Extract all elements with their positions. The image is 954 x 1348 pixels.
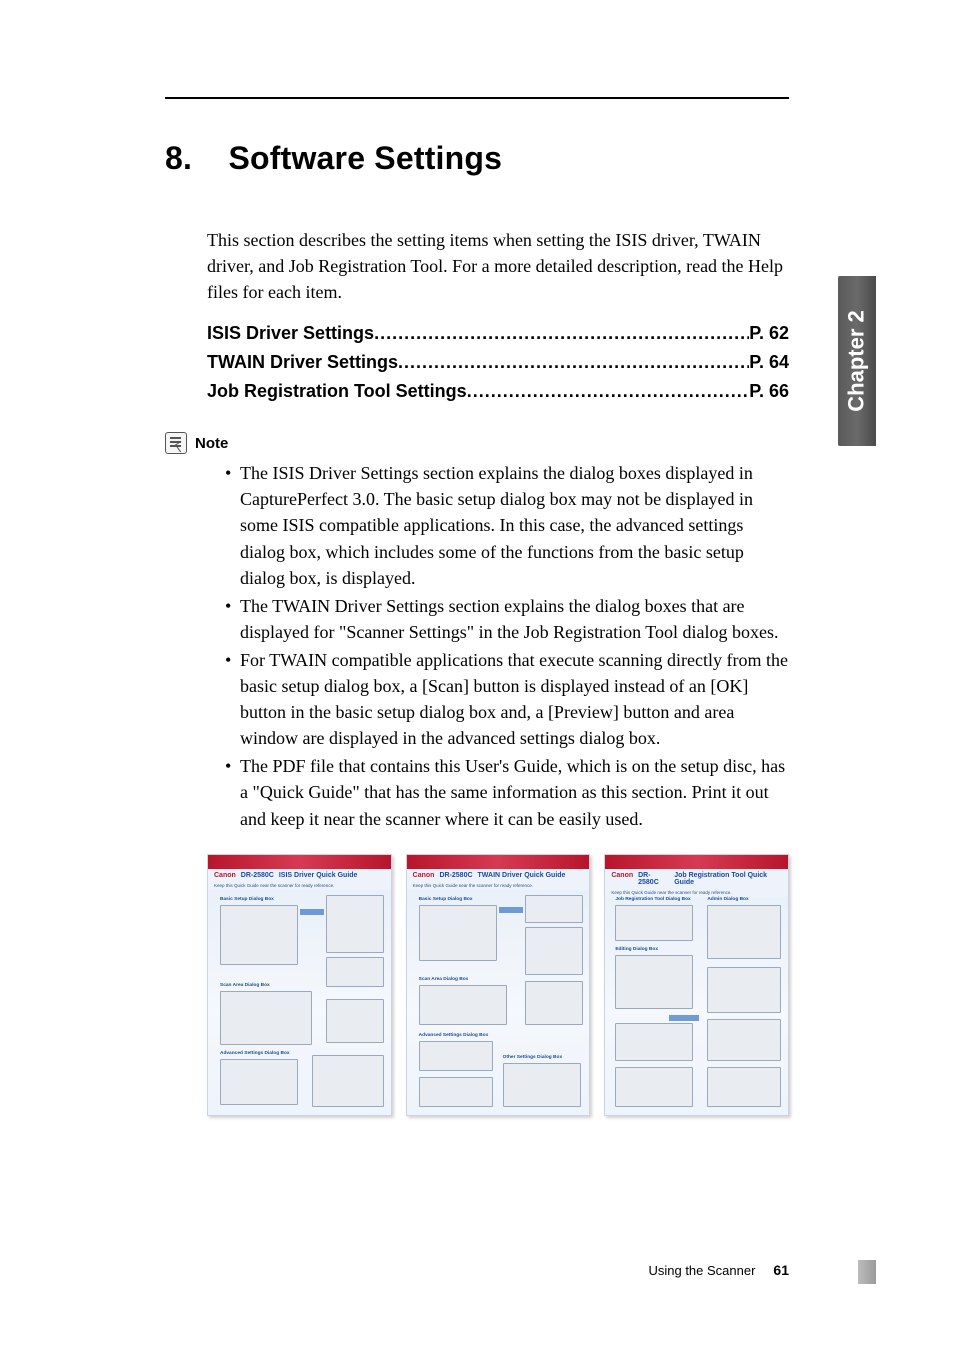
toc-label: Job Registration Tool Settings (207, 381, 467, 402)
dialog-panel (615, 1067, 693, 1107)
brand-label: Canon (413, 872, 435, 879)
dialog-panel (525, 927, 583, 975)
thumb-header-stripe (208, 855, 391, 869)
thumb-section-title: Basic Setup Dialog Box (419, 897, 473, 902)
toc-row[interactable]: Job Registration Tool Settings .........… (207, 381, 789, 402)
toc: ISIS Driver Settings ...................… (207, 323, 789, 402)
thumb-section-title: Editing Dialog Box (615, 947, 658, 952)
note-item: The ISIS Driver Settings section explain… (225, 460, 789, 590)
footer-stripe (858, 1260, 876, 1284)
footer-section: Using the Scanner (648, 1263, 755, 1278)
dialog-panel (419, 985, 507, 1025)
thumb-section-title: Advanced Settings Dialog Box (220, 1051, 290, 1056)
thumb-header-stripe (407, 855, 590, 869)
dialog-panel (326, 895, 384, 953)
toc-row[interactable]: ISIS Driver Settings ...................… (207, 323, 789, 344)
chapter-name: Software Settings (228, 140, 502, 176)
quick-guide-twain: Canon DR-2580C TWAIN Driver Quick Guide … (406, 854, 591, 1116)
thumb-section-title: Scan Area Dialog Box (220, 983, 270, 988)
thumb-section-title: Basic Setup Dialog Box (220, 897, 274, 902)
dialog-panel (707, 1067, 781, 1107)
dialog-panel (615, 955, 693, 1009)
dialog-panel (503, 1063, 581, 1107)
dialog-panel (220, 905, 298, 965)
note-item: The PDF file that contains this User's G… (225, 753, 789, 831)
toc-label: TWAIN Driver Settings (207, 352, 398, 373)
thumb-titlebar: Canon DR-2580C TWAIN Driver Quick Guide (407, 869, 590, 882)
dialog-panel (220, 1059, 298, 1105)
dialog-panel (707, 967, 781, 1013)
thumb-titlebar: Canon DR-2580C ISIS Driver Quick Guide (208, 869, 391, 882)
note-item: For TWAIN compatible applications that e… (225, 647, 789, 751)
dialog-panel (525, 895, 583, 923)
chapter-number: 8. (165, 140, 192, 176)
thumb-section-title: Scan Area Dialog Box (419, 977, 469, 982)
dialog-panel (326, 999, 384, 1043)
toc-dots: ........................................… (467, 381, 750, 402)
dialog-panel (707, 905, 781, 959)
toc-dots: ........................................… (374, 323, 749, 344)
chapter-side-tab: Chapter 2 (838, 276, 876, 446)
toc-dots: ........................................… (398, 352, 749, 373)
model-label: DR-2580C (439, 872, 472, 879)
brand-label: Canon (611, 872, 633, 879)
thumb-section-title: Job Registration Tool Dialog Box (615, 897, 690, 902)
quick-guide-job-registration: Canon DR-2580C Job Registration Tool Qui… (604, 854, 789, 1116)
footer-page-number: 61 (773, 1262, 789, 1278)
quick-guide-isis: Canon DR-2580C ISIS Driver Quick Guide K… (207, 854, 392, 1116)
dialog-panel (525, 981, 583, 1025)
dialog-panel (615, 905, 693, 941)
toc-page: P. 66 (749, 381, 789, 402)
content-area: 8. Software Settings This section descri… (165, 140, 789, 1116)
dialog-panel (419, 905, 497, 961)
chapter-side-tab-text: Chapter 2 (844, 310, 870, 411)
thumb-sub: Keep this Quick Guide near the scanner f… (605, 889, 788, 897)
note-icon (165, 432, 187, 454)
quick-guide-thumbnails: Canon DR-2580C ISIS Driver Quick Guide K… (207, 854, 789, 1116)
arrow-icon (669, 1015, 699, 1021)
dialog-panel (615, 1023, 693, 1061)
model-label: DR-2580C (241, 872, 274, 879)
dialog-panel (419, 1041, 493, 1071)
intro-paragraph: This section describes the setting items… (207, 227, 789, 305)
arrow-icon (499, 907, 523, 913)
thumb-section-title: Advanced Settings Dialog Box (419, 1033, 489, 1038)
chapter-title: 8. Software Settings (165, 140, 789, 177)
toc-page: P. 62 (749, 323, 789, 344)
thumb-title: Job Registration Tool Quick Guide (674, 872, 782, 886)
toc-row[interactable]: TWAIN Driver Settings ..................… (207, 352, 789, 373)
note-heading: Note (165, 432, 789, 454)
thumb-titlebar: Canon DR-2580C Job Registration Tool Qui… (605, 869, 788, 889)
toc-label: ISIS Driver Settings (207, 323, 374, 344)
thumb-title: TWAIN Driver Quick Guide (478, 872, 566, 879)
note-item: The TWAIN Driver Settings section explai… (225, 593, 789, 645)
note-list: The ISIS Driver Settings section explain… (225, 460, 789, 831)
note-label: Note (195, 435, 228, 452)
model-label: DR-2580C (638, 872, 669, 886)
thumb-section-title: Admin Dialog Box (707, 897, 748, 902)
brand-label: Canon (214, 872, 236, 879)
dialog-panel (312, 1055, 384, 1107)
thumb-header-stripe (605, 855, 788, 869)
page-footer: Using the Scanner 61 (165, 1262, 789, 1278)
dialog-panel (326, 957, 384, 987)
dialog-panel (220, 991, 312, 1045)
dialog-panel (419, 1077, 493, 1107)
thumb-sub: Keep this Quick Guide near the scanner f… (407, 882, 590, 890)
dialog-panel (707, 1019, 781, 1061)
thumb-sub: Keep this Quick Guide near the scanner f… (208, 882, 391, 890)
thumb-section-title: Other Settings Dialog Box (503, 1055, 562, 1060)
toc-page: P. 64 (749, 352, 789, 373)
top-rule (165, 97, 789, 99)
arrow-icon (300, 909, 324, 915)
thumb-title: ISIS Driver Quick Guide (279, 872, 358, 879)
